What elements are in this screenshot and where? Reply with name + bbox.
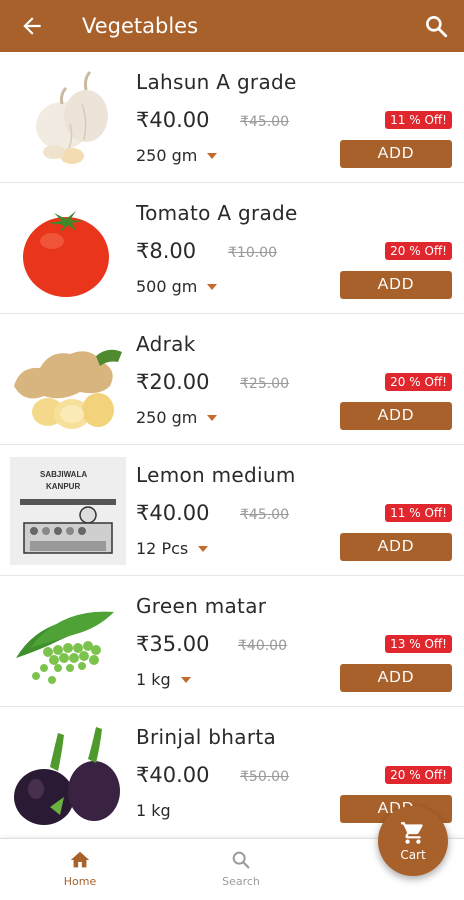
product-mrp: ₹45.00 bbox=[240, 507, 289, 523]
back-button[interactable] bbox=[0, 0, 64, 52]
product-name: Adrak bbox=[136, 332, 196, 356]
quantity-label: 250 gm bbox=[136, 408, 198, 427]
product-name: Brinjal bharta bbox=[136, 725, 277, 749]
product-price: ₹40.00 bbox=[136, 763, 210, 787]
product-mrp: ₹25.00 bbox=[240, 376, 289, 392]
quantity-selector[interactable]: 1 kg bbox=[136, 670, 191, 689]
arrow-back-icon bbox=[23, 17, 41, 35]
add-button[interactable]: ADD bbox=[340, 402, 452, 430]
ginger-image bbox=[14, 349, 122, 429]
caret-down-icon bbox=[207, 414, 218, 421]
product-item[interactable]: Tomato A grade ₹8.00 ₹10.00 20 % Off! 50… bbox=[0, 183, 464, 314]
product-mrp: ₹45.00 bbox=[240, 114, 289, 130]
product-item[interactable]: Green matar ₹35.00 ₹40.00 13 % Off! 1 kg… bbox=[0, 576, 464, 707]
product-mrp: ₹40.00 bbox=[238, 638, 287, 654]
quantity-selector[interactable]: 1 kg bbox=[136, 801, 171, 820]
svg-text:SABJIWALA: SABJIWALA bbox=[40, 470, 87, 479]
nav-search[interactable]: Search bbox=[201, 849, 281, 888]
garlic-image bbox=[36, 70, 108, 164]
product-price: ₹20.00 bbox=[136, 370, 210, 394]
search-icon bbox=[426, 16, 448, 38]
discount-badge: 20 % Off! bbox=[385, 373, 452, 391]
product-price: ₹40.00 bbox=[136, 501, 210, 525]
search-button[interactable] bbox=[408, 0, 464, 52]
product-item[interactable]: Adrak ₹20.00 ₹25.00 20 % Off! 250 gm ADD bbox=[0, 314, 464, 445]
quantity-selector[interactable]: 12 Pcs bbox=[136, 539, 209, 558]
cart-icon bbox=[401, 822, 423, 844]
home-icon bbox=[70, 851, 90, 868]
cart-label: Cart bbox=[400, 848, 426, 862]
product-name: Green matar bbox=[136, 594, 267, 618]
quantity-label: 1 kg bbox=[136, 670, 171, 689]
svg-text:KANPUR: KANPUR bbox=[46, 482, 80, 491]
quantity-label: 250 gm bbox=[136, 146, 198, 165]
add-button[interactable]: ADD bbox=[340, 664, 452, 692]
app-bar: Vegetables bbox=[0, 0, 464, 52]
product-price: ₹40.00 bbox=[136, 108, 210, 132]
caret-down-icon bbox=[180, 676, 191, 683]
product-name: Lemon medium bbox=[136, 463, 296, 487]
product-name: Tomato A grade bbox=[136, 201, 298, 225]
product-item[interactable]: Lahsun A grade ₹40.00 ₹45.00 11 % Off! 2… bbox=[0, 52, 464, 183]
discount-badge: 20 % Off! bbox=[385, 766, 452, 784]
product-price: ₹8.00 bbox=[136, 239, 197, 263]
search-icon bbox=[232, 851, 250, 869]
nav-home-label: Home bbox=[63, 875, 97, 888]
page-title: Vegetables bbox=[82, 14, 199, 38]
add-button[interactable]: ADD bbox=[340, 140, 452, 168]
brinjal-image bbox=[14, 727, 120, 825]
product-price: ₹35.00 bbox=[136, 632, 210, 656]
add-button[interactable]: ADD bbox=[340, 533, 452, 561]
discount-badge: 13 % Off! bbox=[385, 635, 452, 653]
quantity-label: 12 Pcs bbox=[136, 539, 189, 558]
quantity-selector[interactable]: 250 gm bbox=[136, 146, 218, 165]
caret-down-icon bbox=[198, 545, 209, 552]
product-name: Lahsun A grade bbox=[136, 70, 297, 94]
product-item[interactable]: SABJIWALA KANPUR Lemon medium ₹40.00 ₹45… bbox=[0, 445, 464, 576]
nav-home[interactable]: Home bbox=[40, 849, 120, 888]
quantity-selector[interactable]: 500 gm bbox=[136, 277, 218, 296]
discount-badge: 11 % Off! bbox=[385, 504, 452, 522]
caret-down-icon bbox=[207, 152, 218, 159]
add-button[interactable]: ADD bbox=[340, 271, 452, 299]
caret-down-icon bbox=[207, 283, 218, 290]
quantity-selector[interactable]: 250 gm bbox=[136, 408, 218, 427]
discount-badge: 20 % Off! bbox=[385, 242, 452, 260]
cart-button[interactable]: Cart bbox=[378, 806, 448, 876]
peas-image bbox=[16, 611, 114, 684]
product-list: Lahsun A grade ₹40.00 ₹45.00 11 % Off! 2… bbox=[0, 52, 464, 838]
store-placeholder-image: SABJIWALA KANPUR bbox=[10, 457, 126, 565]
nav-search-label: Search bbox=[222, 875, 260, 888]
tomato-image bbox=[23, 211, 109, 297]
product-mrp: ₹50.00 bbox=[240, 769, 289, 785]
product-mrp: ₹10.00 bbox=[228, 245, 277, 261]
quantity-label: 1 kg bbox=[136, 801, 171, 820]
quantity-label: 500 gm bbox=[136, 277, 198, 296]
discount-badge: 11 % Off! bbox=[385, 111, 452, 129]
